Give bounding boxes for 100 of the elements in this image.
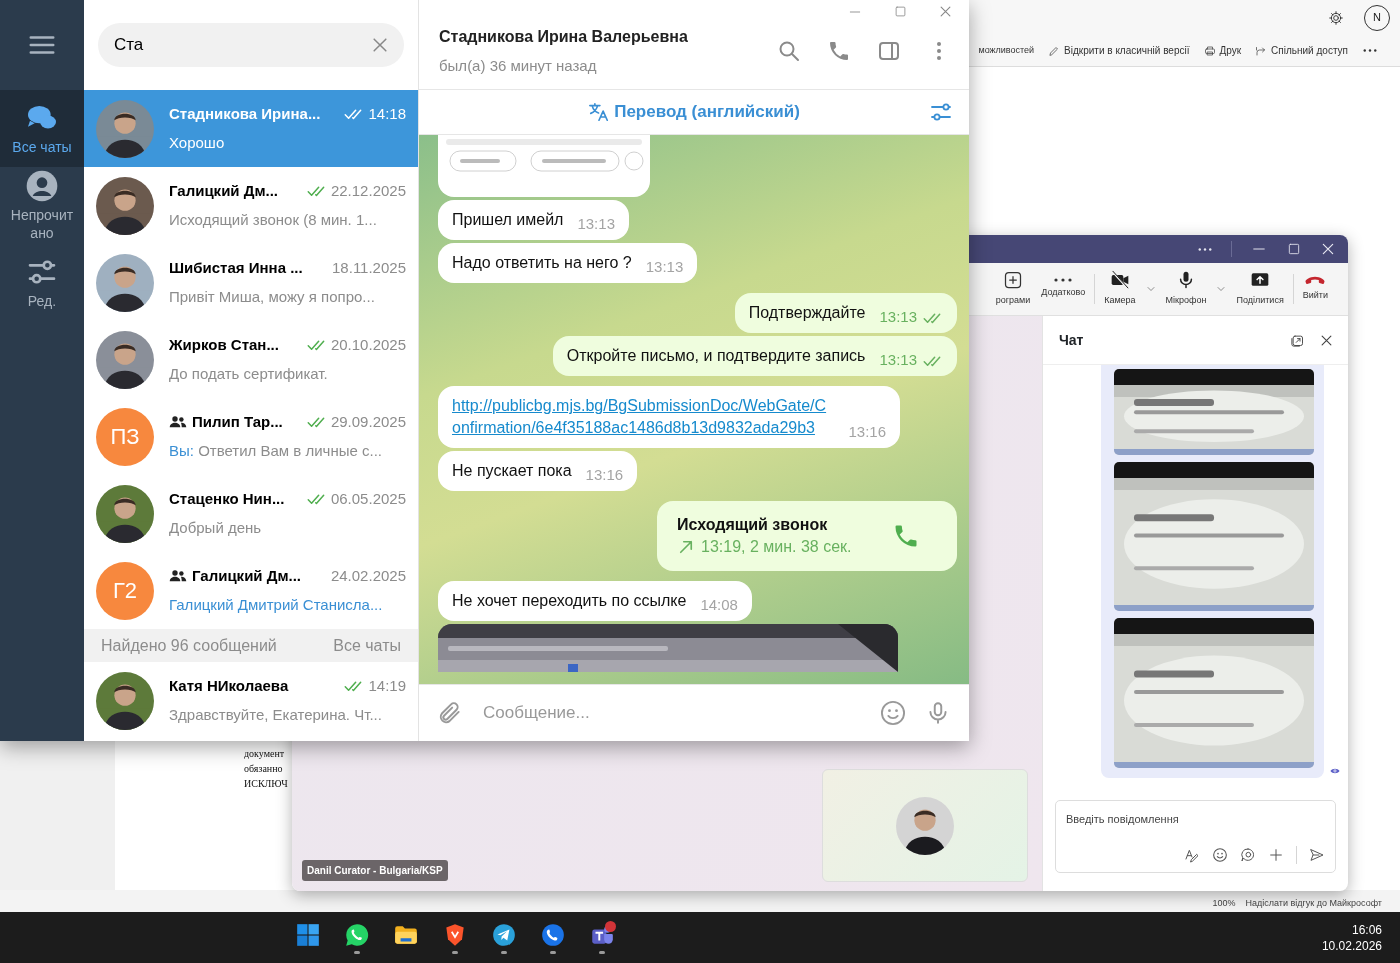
chat-name: Жирков Стан... xyxy=(169,335,279,355)
chat-row[interactable]: Г2 Галицкий Дм... 24.02.2025 Галицкий Дмитрий Станисла... xyxy=(84,552,418,629)
phone-bubble-icon[interactable] xyxy=(344,921,370,948)
chat-time: 24.02.2025 xyxy=(330,566,406,586)
search-icon[interactable] xyxy=(777,39,801,63)
message-time: 13:13 xyxy=(879,351,917,368)
phone-icon[interactable] xyxy=(540,921,566,948)
chat-time: 20.10.2025 xyxy=(330,335,406,355)
message-text: Откройте письмо, и подтвердите запись xyxy=(566,347,866,364)
more-icon[interactable] xyxy=(1197,247,1213,251)
panel-title: Чат xyxy=(1059,330,1085,350)
chat-time: 06.05.2025 xyxy=(330,489,406,509)
chat-name: Пилип Тар... xyxy=(192,412,283,432)
chat-time: 22.12.2025 xyxy=(330,181,406,201)
toolbar-button[interactable]: Поділитися xyxy=(1234,270,1286,308)
message-text: Пришел имейл xyxy=(452,211,564,228)
camera-off-icon xyxy=(1109,270,1130,291)
paper-plane-icon[interactable] xyxy=(491,921,517,948)
chat-time: 14:18 xyxy=(368,104,406,124)
message-time: 13:13 xyxy=(577,215,615,232)
toolbar-button[interactable]: Камера xyxy=(1102,270,1138,308)
format-icon[interactable] xyxy=(1184,847,1200,863)
chat-name: Галицкий Дм... xyxy=(192,566,302,586)
folder-tab[interactable]: Все чаты xyxy=(0,90,84,167)
chat-row[interactable]: Катя НИколаева 14:19 Здравствуйте, Екатерина. Чт... xyxy=(84,662,418,739)
share-icon xyxy=(1255,44,1268,57)
last-seen-status: был(а) 36 минут назад xyxy=(439,55,598,76)
chat-preview: Вы: Ответил Вам в личные с... xyxy=(169,440,383,461)
contact-name: Стадникова Ирина Валерьевна xyxy=(439,26,689,47)
hang-up-icon xyxy=(1305,275,1326,285)
chat-preview: Привіт Миша, можу я попро... xyxy=(169,286,376,307)
chat-preview: Исходящий звонок (8 мин. 1... xyxy=(169,209,378,230)
chat-name: Шибистая Инна ... xyxy=(169,258,303,278)
plus-square-icon xyxy=(1002,270,1023,291)
folder-tab[interactable]: Ред. xyxy=(0,244,84,321)
message-time: 13:13 xyxy=(645,258,684,275)
chat-row[interactable]: Галицкий Дм... 22.12.2025 Исходящий звонок (8 мин. 1... xyxy=(84,167,418,244)
search-field[interactable]: Ста xyxy=(98,23,404,67)
toolbar-button[interactable]: Мікрофон xyxy=(1163,270,1209,308)
toolbar-button[interactable]: можливостей xyxy=(978,43,1035,58)
document-text: ИСКЛЮЧ xyxy=(244,777,288,791)
clock-time[interactable]: 16:06 xyxy=(1321,921,1382,938)
chat-preview: Галицкий Дмитрий Станисла... xyxy=(169,594,384,615)
maximize-icon[interactable] xyxy=(1286,241,1302,257)
chat-name: Стаценко Нин... xyxy=(169,489,285,509)
message-text: Надо ответить на него ? xyxy=(452,254,632,271)
chat-time: 14:19 xyxy=(368,676,406,696)
send-icon[interactable] xyxy=(1309,847,1325,863)
link[interactable]: http://publicbg.mjs.bg/BgSubmissionDoc/WebGate/Confirmation/6e4f35188ac1486d8b13d9832ada29b3 xyxy=(452,395,835,439)
chat-name: Стадникова Ирина... xyxy=(169,104,321,124)
document-text: документ xyxy=(244,747,285,761)
toolbar-button[interactable]: рограми xyxy=(993,270,1033,308)
start-icon[interactable] xyxy=(295,921,321,948)
search-input[interactable]: Ста xyxy=(112,31,370,59)
message-time: 13:16 xyxy=(848,422,886,442)
chat-row[interactable]: Шибистая Инна ... 18.11.2025 Привіт Миша, можу я попро... xyxy=(84,244,418,321)
toolbar-button[interactable]: Друк xyxy=(1203,43,1242,58)
sidebar-icon[interactable] xyxy=(877,39,901,63)
feedback-link[interactable]: Надіслати відгук до Майкрософт xyxy=(1245,896,1382,910)
zoom-level[interactable]: 100% xyxy=(1212,896,1236,910)
translate-icon xyxy=(588,101,611,123)
toolbar-button[interactable]: Додатково xyxy=(1039,278,1088,300)
call-details: 13:19, 2 мин. 38 сек. xyxy=(701,537,852,557)
message-time: 13:13 xyxy=(879,308,917,325)
chat-preview: Здравствуйте, Екатерина. Чт... xyxy=(169,704,383,725)
outgoing-arrow-icon xyxy=(677,538,695,556)
message-field[interactable]: Введіть повідомлення xyxy=(1066,811,1325,828)
message-text: Подтверждайте xyxy=(748,304,866,321)
pop-out-icon[interactable] xyxy=(1290,332,1305,348)
pencil-icon xyxy=(1048,44,1061,57)
call-title: Исходящий звонок xyxy=(677,515,829,535)
toolbar-button[interactable]: Відкрити в класичній версії xyxy=(1048,43,1190,58)
emoji-icon[interactable] xyxy=(879,699,907,727)
message-time: 13:16 xyxy=(585,466,624,483)
chat-name: Галицкий Дм... xyxy=(169,181,279,201)
person-icon xyxy=(26,169,58,202)
chat-row[interactable]: ПЗ Пилип Тар... 29.09.2025 Вы: Ответил Вам в личные с... xyxy=(84,398,418,475)
chat-row[interactable]: Жирков Стан... 20.10.2025 До подать сертификат. xyxy=(84,321,418,398)
loop-icon[interactable] xyxy=(1240,847,1256,863)
chat-preview: Хорошо xyxy=(169,132,226,153)
avatar: Г2 xyxy=(96,561,154,620)
seen-icon xyxy=(1330,766,1340,776)
document-text: обязанно xyxy=(244,762,283,776)
toolbar-button[interactable]: Вийти xyxy=(1300,275,1330,303)
section-title: Найдено 96 сообщений xyxy=(101,635,277,656)
message-time: 14:08 xyxy=(700,596,738,613)
clock-date[interactable]: 10.02.2026 xyxy=(1321,937,1382,954)
more-icon xyxy=(1053,278,1074,283)
toolbar-button[interactable]: Спільний доступ xyxy=(1255,43,1348,58)
emoji-icon[interactable] xyxy=(1212,847,1228,863)
close-icon[interactable] xyxy=(1320,241,1336,257)
message-text: Не пускает пока xyxy=(452,462,572,479)
folder-tab[interactable]: Непрочит ано xyxy=(0,167,84,244)
printer-icon xyxy=(1203,44,1216,57)
chat-time: 18.11.2025 xyxy=(332,258,406,278)
chat-preview: До подать сертификат. xyxy=(169,363,329,384)
more-icon[interactable] xyxy=(1362,49,1378,52)
message-text: Не хочет переходить по ссылке xyxy=(452,592,687,609)
chat-row[interactable]: Стаценко Нин... 06.05.2025 Добрый день xyxy=(84,475,418,552)
participant-name: Danil Curator - Bulgaria/KSP xyxy=(302,860,448,881)
